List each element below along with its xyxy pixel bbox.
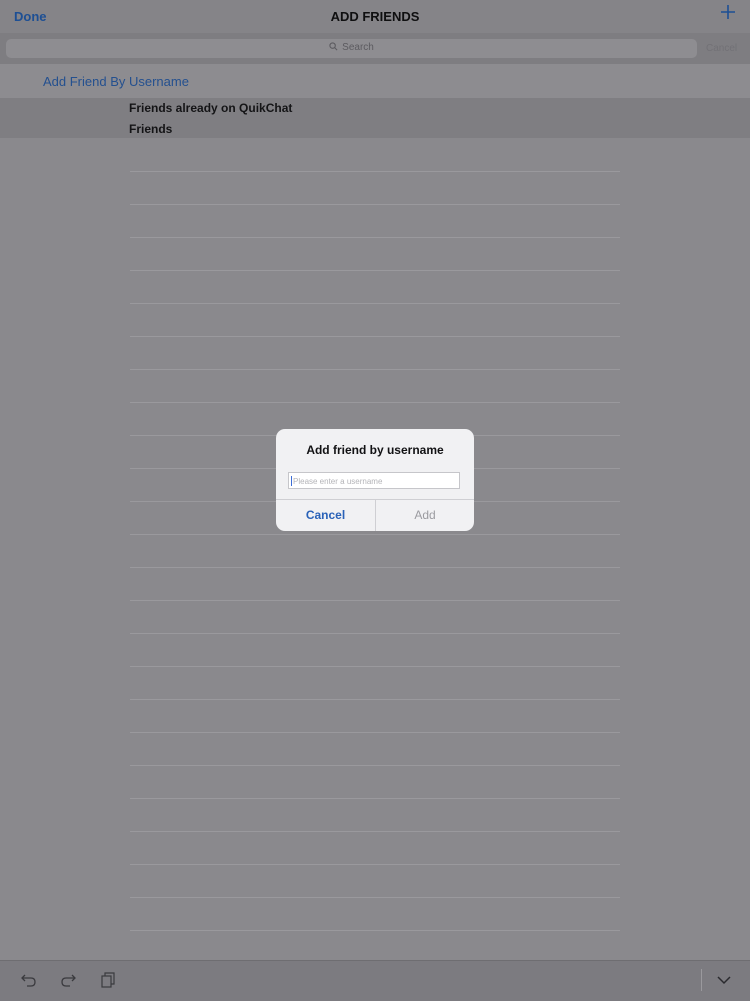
add-button[interactable]: Add xyxy=(376,500,474,531)
add-friend-by-username-row[interactable]: Add Friend By Username xyxy=(0,64,750,98)
search-input[interactable]: Search xyxy=(6,39,697,58)
row-separator xyxy=(130,204,620,205)
cancel-button[interactable]: Cancel xyxy=(276,500,375,531)
row-separator xyxy=(130,369,620,370)
row-separator xyxy=(130,534,620,535)
row-separator xyxy=(130,831,620,832)
row-separator xyxy=(130,336,620,337)
username-input-placeholder: Please enter a username xyxy=(293,477,383,486)
row-separator xyxy=(130,864,620,865)
username-input[interactable]: Please enter a username xyxy=(288,472,460,489)
row-separator xyxy=(130,897,620,898)
row-separator xyxy=(130,732,620,733)
friends-list xyxy=(0,138,750,960)
row-separator xyxy=(130,270,620,271)
row-separator xyxy=(130,600,620,601)
row-separator xyxy=(130,171,620,172)
friends-on-app-label: Friends already on QuikChat xyxy=(129,101,293,115)
text-cursor xyxy=(291,476,292,486)
row-separator xyxy=(130,633,620,634)
navigation-bar: Done ADD FRIENDS xyxy=(0,0,750,33)
toolbar-divider xyxy=(701,969,702,991)
row-separator xyxy=(130,930,620,931)
search-icon xyxy=(329,42,338,51)
chevron-down-icon[interactable] xyxy=(716,972,732,993)
row-separator xyxy=(130,798,620,799)
search-bar: Search Cancel xyxy=(0,33,750,64)
search-cancel-button[interactable]: Cancel xyxy=(706,43,737,54)
undo-icon[interactable] xyxy=(20,972,38,993)
row-separator xyxy=(130,666,620,667)
add-friend-by-username-link[interactable]: Add Friend By Username xyxy=(43,74,189,89)
dialog-title: Add friend by username xyxy=(306,443,444,457)
add-friend-dialog: Add friend by username Please enter a us… xyxy=(276,429,474,531)
plus-icon[interactable] xyxy=(720,4,736,20)
clipboard-icon[interactable] xyxy=(100,972,116,993)
row-separator xyxy=(130,699,620,700)
row-separator xyxy=(130,402,620,403)
row-separator xyxy=(130,567,620,568)
keyboard-shortcut-bar xyxy=(0,960,750,1001)
friends-section-header: Friends already on QuikChat Friends xyxy=(0,98,750,138)
page-title: ADD FRIENDS xyxy=(330,9,420,24)
row-separator xyxy=(130,303,620,304)
row-separator xyxy=(130,237,620,238)
friends-label: Friends xyxy=(129,122,173,136)
row-separator xyxy=(130,765,620,766)
search-placeholder: Search xyxy=(342,42,374,53)
redo-icon[interactable] xyxy=(59,972,77,993)
